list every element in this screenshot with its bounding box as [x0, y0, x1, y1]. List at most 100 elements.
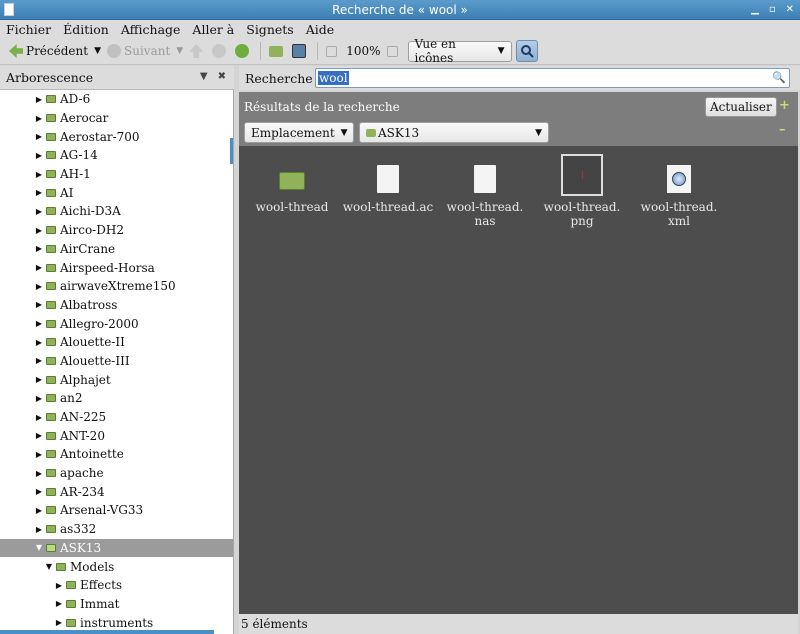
view-mode-select[interactable]: Vue en icônes ▼	[407, 37, 512, 65]
expander-right-icon[interactable]: ▶	[34, 114, 44, 123]
folder-tree[interactable]: ▶ AD-6 ▶ Aerocar ▶ Aerostar-700 ▶ AG-14 ▶ AH-1 ▶ AI…	[0, 90, 234, 634]
file-view[interactable]: wool-thread wool-thread.ac wool-thread. …	[239, 146, 798, 614]
expander-right-icon[interactable]: ▶	[54, 618, 64, 627]
file-item[interactable]: wool-thread.ac	[339, 154, 437, 214]
expander-right-icon[interactable]: ▶	[34, 487, 44, 496]
reload-button[interactable]	[232, 40, 255, 62]
tree-item[interactable]: ▶ AR-234	[0, 482, 233, 501]
tree-item[interactable]: ▶ Arsenal-VG33	[0, 501, 233, 520]
expander-right-icon[interactable]: ▶	[34, 263, 44, 272]
expander-right-icon[interactable]: ▶	[34, 170, 44, 179]
tree-item[interactable]: ▶ AI	[0, 183, 233, 202]
tree-item[interactable]: ▶ Alouette-II	[0, 333, 233, 352]
expander-right-icon[interactable]: ▶	[34, 525, 44, 534]
forward-dropdown-icon[interactable]: ▼	[176, 46, 183, 56]
sidebar-close-icon[interactable]: ✖	[218, 71, 226, 82]
expander-right-icon[interactable]: ▶	[54, 599, 64, 608]
menu-fichier[interactable]: Fichier	[6, 22, 51, 37]
zoom-out-button[interactable]	[323, 40, 343, 62]
remove-criterion-icon[interactable]: –	[779, 122, 786, 137]
menu-affichage[interactable]: Affichage	[121, 22, 181, 37]
search-toggle-button[interactable]	[515, 40, 538, 62]
tree-item[interactable]: ▶ apache	[0, 464, 233, 483]
minimize-icon[interactable]: ▁	[751, 0, 759, 20]
criterion-select[interactable]: Emplacement ▼	[244, 122, 354, 143]
back-button[interactable]: Précédent ▼	[6, 40, 104, 62]
refresh-button[interactable]: Actualiser	[705, 97, 777, 117]
stop-button[interactable]	[209, 40, 232, 62]
tree-item[interactable]: ▶ as332	[0, 520, 233, 539]
tree-item[interactable]: ▶ Alouette-III	[0, 352, 233, 371]
tree-horizontal-scroll-indicator[interactable]	[0, 630, 214, 634]
tree-item-label: an2	[60, 391, 83, 406]
up-button[interactable]	[186, 40, 209, 62]
tree-item[interactable]: ▶ airwaveXtreme150	[0, 277, 233, 296]
tree-item[interactable]: ▶ Allegro-2000	[0, 314, 233, 333]
file-item[interactable]: wool-thread. nas	[436, 154, 534, 228]
tree-item[interactable]: ▶ an2	[0, 389, 233, 408]
expander-right-icon[interactable]: ▶	[34, 282, 44, 291]
expander-right-icon[interactable]: ▶	[34, 300, 44, 309]
expander-right-icon[interactable]: ▶	[34, 95, 44, 104]
zoom-in-button[interactable]	[384, 40, 404, 62]
tree-item[interactable]: ▶ AH-1	[0, 165, 233, 184]
close-icon[interactable]: ✕	[786, 0, 794, 20]
sidebar-dropdown-icon[interactable]: ▼	[200, 71, 208, 82]
menu-aide[interactable]: Aide	[306, 22, 334, 37]
maximize-icon[interactable]: ▫	[769, 0, 776, 20]
tree-item[interactable]: ▶ Aichi-D3A	[0, 202, 233, 221]
computer-button[interactable]	[289, 40, 312, 62]
expander-down-icon[interactable]: ▼	[34, 543, 44, 552]
expander-right-icon[interactable]: ▶	[34, 319, 44, 328]
folder-icon	[46, 413, 56, 422]
expander-right-icon[interactable]: ▶	[34, 469, 44, 478]
expander-right-icon[interactable]: ▶	[34, 450, 44, 459]
add-criterion-icon[interactable]: +	[779, 98, 790, 113]
tree-item[interactable]: ▶ Airco-DH2	[0, 221, 233, 240]
image-icon	[561, 154, 603, 196]
tree-item[interactable]: ▶ Aerocar	[0, 109, 233, 128]
file-item[interactable]: wool-thread. png	[533, 154, 631, 228]
tree-item[interactable]: ▶ ANT-20	[0, 426, 233, 445]
tree-item[interactable]: ▶ Effects	[0, 576, 233, 595]
tree-item[interactable]: ▼ Models	[0, 557, 233, 576]
menu-signets[interactable]: Signets	[246, 22, 293, 37]
tree-item[interactable]: ▶ Aerostar-700	[0, 127, 233, 146]
expander-right-icon[interactable]: ▶	[34, 338, 44, 347]
expander-right-icon[interactable]: ▶	[34, 226, 44, 235]
file-item[interactable]: wool-thread	[243, 154, 341, 214]
expander-right-icon[interactable]: ▶	[34, 413, 44, 422]
search-input[interactable]: wool 🔍	[315, 68, 790, 88]
expander-down-icon[interactable]: ▼	[44, 562, 54, 571]
tree-item[interactable]: ▶ Alphajet	[0, 370, 233, 389]
forward-button[interactable]: Suivant ▼	[104, 40, 186, 62]
expander-right-icon[interactable]: ▶	[34, 356, 44, 365]
menu-aller[interactable]: Aller à	[192, 22, 234, 37]
tree-item-label: Aichi-D3A	[60, 204, 121, 219]
tree-scroll-indicator[interactable]	[230, 138, 233, 164]
expander-right-icon[interactable]: ▶	[34, 244, 44, 253]
back-dropdown-icon[interactable]: ▼	[94, 46, 101, 56]
expander-right-icon[interactable]: ▶	[34, 188, 44, 197]
expander-right-icon[interactable]: ▶	[54, 581, 64, 590]
tree-item[interactable]: ▶ AirCrane	[0, 240, 233, 259]
expander-right-icon[interactable]: ▶	[34, 506, 44, 515]
expander-right-icon[interactable]: ▶	[34, 431, 44, 440]
expander-right-icon[interactable]: ▶	[34, 394, 44, 403]
tree-item[interactable]: ▶ AG-14	[0, 146, 233, 165]
location-select[interactable]: ASK13 ▼	[359, 122, 549, 143]
tree-item[interactable]: ▼ ASK13	[0, 538, 233, 558]
tree-item[interactable]: ▶ Immat	[0, 595, 233, 614]
menu-edition[interactable]: Édition	[63, 22, 109, 37]
expander-right-icon[interactable]: ▶	[34, 132, 44, 141]
tree-item[interactable]: ▶ AD-6	[0, 90, 233, 109]
expander-right-icon[interactable]: ▶	[34, 207, 44, 216]
expander-right-icon[interactable]: ▶	[34, 375, 44, 384]
tree-item[interactable]: ▶ Airspeed-Horsa	[0, 258, 233, 277]
home-button[interactable]	[266, 40, 289, 62]
tree-item[interactable]: ▶ Albatross	[0, 296, 233, 315]
tree-item[interactable]: ▶ Antoinette	[0, 445, 233, 464]
tree-item[interactable]: ▶ AN-225	[0, 408, 233, 427]
file-item[interactable]: wool-thread. xml	[630, 154, 728, 228]
expander-right-icon[interactable]: ▶	[34, 151, 44, 160]
